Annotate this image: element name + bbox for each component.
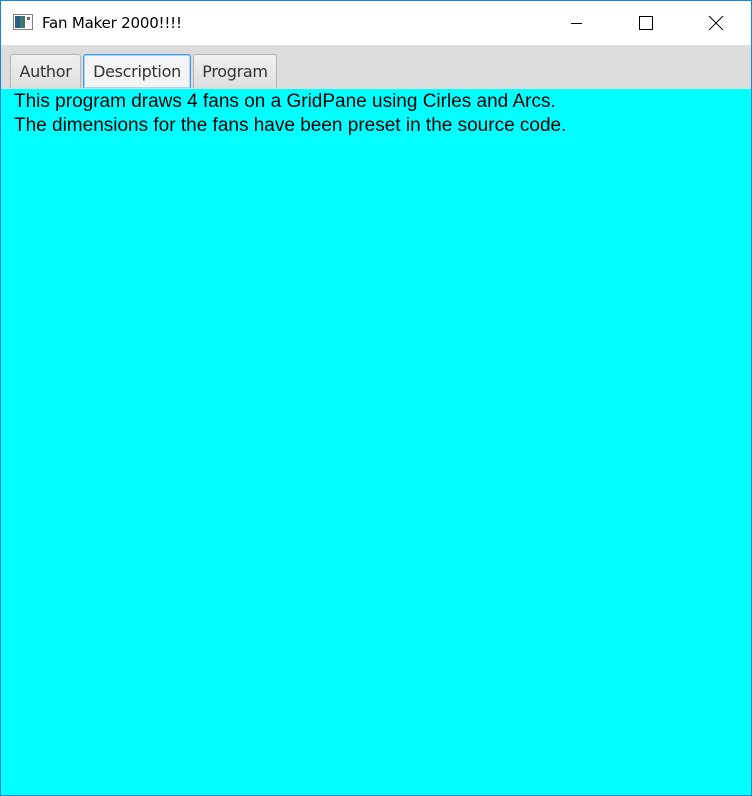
tab-author[interactable]: Author bbox=[10, 54, 81, 88]
maximize-icon bbox=[639, 16, 653, 30]
close-button[interactable] bbox=[693, 1, 739, 45]
tab-program[interactable]: Program bbox=[193, 54, 277, 88]
tab-description[interactable]: Description bbox=[83, 54, 191, 88]
window-title: Fan Maker 2000!!!! bbox=[42, 14, 182, 32]
tab-program-label: Program bbox=[202, 62, 268, 81]
tab-author-label: Author bbox=[19, 62, 72, 81]
maximize-button[interactable] bbox=[623, 1, 669, 45]
close-icon bbox=[708, 15, 724, 31]
description-panel: This program draws 4 fans on a GridPane … bbox=[1, 89, 751, 795]
description-line-2: The dimensions for the fans have been pr… bbox=[14, 115, 567, 136]
tab-description-label: Description bbox=[93, 62, 181, 81]
minimize-button[interactable] bbox=[554, 1, 600, 45]
app-window: Fan Maker 2000!!!! Author Description Pr… bbox=[0, 0, 752, 796]
description-line-1: This program draws 4 fans on a GridPane … bbox=[14, 91, 556, 112]
minimize-icon bbox=[571, 23, 582, 24]
tab-header: Author Description Program bbox=[1, 45, 751, 89]
app-icon bbox=[13, 14, 33, 30]
title-bar[interactable]: Fan Maker 2000!!!! bbox=[1, 1, 751, 45]
